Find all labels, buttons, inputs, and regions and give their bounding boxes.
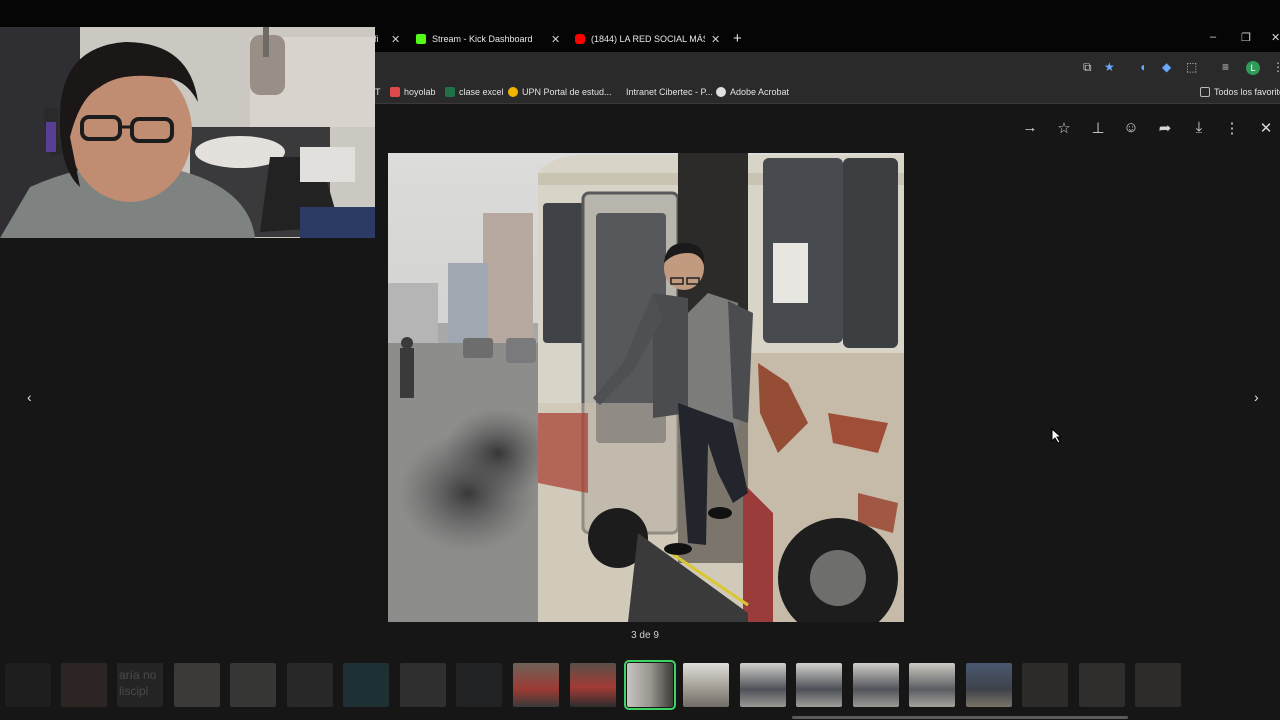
thumbnail[interactable]	[230, 663, 276, 707]
plus-icon[interactable]: +	[733, 30, 742, 47]
thumbnail-active[interactable]	[624, 660, 676, 710]
thumbnail[interactable]	[456, 663, 502, 707]
thumbnail[interactable]	[796, 663, 842, 707]
thumbnail[interactable]	[61, 663, 107, 707]
bookmark-hoyolab[interactable]: hoyolab	[390, 87, 436, 97]
bookmark-adobe[interactable]: Adobe Acrobat	[716, 87, 789, 97]
thumbnail[interactable]	[343, 663, 389, 707]
youtube-icon	[575, 34, 585, 44]
chevron-left-icon[interactable]: ‹	[27, 389, 32, 405]
bookmark-star-icon[interactable]: ★	[1104, 60, 1115, 74]
share-icon[interactable]: ➦	[1156, 119, 1174, 137]
cibertec-icon	[612, 87, 622, 97]
bookmark-label: hoyolab	[404, 87, 436, 97]
bookmark-clase-excel[interactable]: clase excel	[445, 87, 504, 97]
extension-audio-icon[interactable]: ◖	[1139, 60, 1146, 74]
bookmark-label: Intranet Cibertec - P...	[626, 87, 713, 97]
chevron-right-icon[interactable]: ›	[1254, 389, 1259, 405]
thumbnail[interactable]	[400, 663, 446, 707]
thumbnail[interactable]	[740, 663, 786, 707]
restore-icon[interactable]: ❐	[1241, 31, 1251, 44]
thumbnail-scrollbar[interactable]	[792, 716, 1128, 719]
webcam-overlay	[0, 27, 375, 238]
mouse-cursor-icon	[1051, 428, 1063, 444]
thumbnail-caption: liscipl	[119, 684, 149, 698]
close-icon[interactable]: ✕	[1257, 119, 1275, 137]
folder-icon	[1200, 87, 1210, 97]
tab-partial[interactable]: fi	[374, 28, 388, 50]
bookmark-item[interactable]: T	[375, 87, 381, 97]
hoyolab-icon	[390, 87, 400, 97]
bus-scene-illustration	[388, 153, 904, 622]
tab-youtube[interactable]: (1844) LA RED SOCIAL MÁS HO	[575, 28, 705, 50]
pin-icon[interactable]: ⊥	[1089, 119, 1107, 137]
thumbnail[interactable]	[1022, 663, 1068, 707]
kick-icon	[416, 34, 426, 44]
thumbnail-strip: aría no liscipl	[0, 657, 1280, 713]
close-icon[interactable]: ✕	[711, 33, 720, 46]
upn-icon	[508, 87, 518, 97]
thumbnail[interactable]	[513, 663, 559, 707]
forward-arrow-icon[interactable]: →	[1021, 119, 1039, 136]
thumbnail[interactable]	[909, 663, 955, 707]
download-icon[interactable]: ⤓	[1190, 119, 1208, 136]
thumbnail[interactable]	[174, 663, 220, 707]
bookmark-label: UPN Portal de estud...	[522, 87, 612, 97]
more-vertical-icon[interactable]: ⋮	[1223, 119, 1241, 137]
thumbnail[interactable]	[287, 663, 333, 707]
screen: fi ✕ Stream - Kick Dashboard ✕ (1844) LA…	[0, 0, 1280, 720]
main-image[interactable]	[388, 153, 904, 622]
bookmark-label: Todos los favoritos	[1214, 87, 1280, 97]
reading-list-icon[interactable]: ≡	[1222, 60, 1229, 74]
thumbnail[interactable]	[570, 663, 616, 707]
image-counter: 3 de 9	[631, 630, 659, 641]
adobe-icon	[716, 87, 726, 97]
bookmark-upn[interactable]: UPN Portal de estud...	[508, 87, 612, 97]
thumbnail[interactable]	[853, 663, 899, 707]
extension-shield-icon[interactable]: ◆	[1162, 60, 1171, 74]
webcam-feed-illustration	[0, 27, 375, 238]
bookmark-all-favorites[interactable]: Todos los favoritos	[1200, 87, 1280, 97]
extensions-puzzle-icon[interactable]: ⬚	[1186, 60, 1197, 74]
thumbnail[interactable]	[5, 663, 51, 707]
install-app-icon[interactable]: ⧉	[1083, 60, 1092, 75]
bookmark-label: clase excel	[459, 87, 504, 97]
thumbnail[interactable]	[1079, 663, 1125, 707]
excel-icon	[445, 87, 455, 97]
bookmark-label: T	[375, 87, 381, 97]
tab-label: (1844) LA RED SOCIAL MÁS HO	[591, 34, 705, 44]
star-icon[interactable]: ☆	[1055, 119, 1073, 137]
more-vertical-icon[interactable]: ⋮	[1272, 60, 1280, 74]
thumbnail[interactable]	[683, 663, 729, 707]
bookmark-cibertec[interactable]: Intranet Cibertec - P...	[612, 87, 713, 97]
tab-label: Stream - Kick Dashboard	[432, 34, 533, 44]
close-icon[interactable]: ✕	[1271, 31, 1280, 44]
bookmark-label: Adobe Acrobat	[730, 87, 790, 97]
thumbnail-text[interactable]: aría no liscipl	[117, 663, 163, 707]
emoji-icon[interactable]: ☺	[1122, 119, 1140, 136]
thumbnail[interactable]	[1135, 663, 1181, 707]
tab-kick-dashboard[interactable]: Stream - Kick Dashboard	[416, 28, 546, 50]
thumbnail-caption: aría no	[119, 668, 157, 682]
close-icon[interactable]: ✕	[551, 33, 560, 46]
minimize-icon[interactable]: –	[1210, 31, 1216, 43]
thumbnail[interactable]	[966, 663, 1012, 707]
profile-avatar[interactable]: L	[1246, 61, 1260, 75]
close-icon[interactable]: ✕	[391, 33, 400, 46]
